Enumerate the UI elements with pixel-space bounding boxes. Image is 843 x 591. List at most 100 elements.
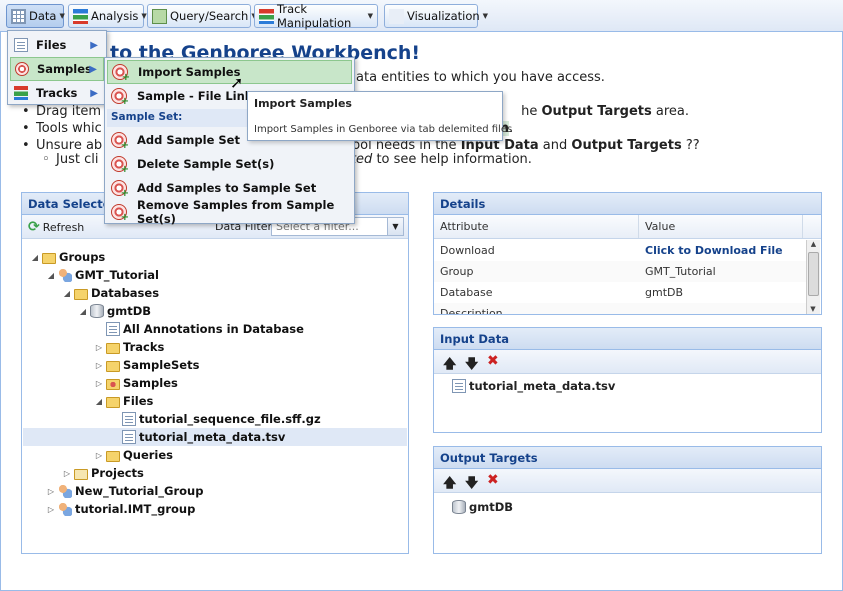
group-icon bbox=[58, 268, 72, 282]
tree-node-label: SampleSets bbox=[123, 358, 200, 372]
data-menu-button[interactable]: Data ▼ bbox=[6, 4, 65, 28]
input-data-item[interactable]: tutorial_meta_data.tsv bbox=[452, 379, 615, 393]
tree-node-tracks[interactable]: ▷ Tracks bbox=[94, 338, 164, 356]
tree-node-samples[interactable]: ▷ Samples bbox=[94, 374, 178, 392]
analysis-menu-label: Analysis bbox=[91, 9, 139, 23]
add-samples-to-set-item[interactable]: Add Samples to Sample Set bbox=[107, 176, 352, 200]
import-samples-tooltip: Import Samples Import Samples in Genbore… bbox=[247, 91, 512, 141]
detail-attr: Database bbox=[440, 286, 493, 299]
tracks-folder-icon bbox=[106, 342, 120, 354]
tree-node-files[interactable]: ◢ Files bbox=[94, 392, 153, 410]
collapsed-arrow-icon[interactable]: ▷ bbox=[62, 469, 72, 478]
attribute-column-header[interactable]: Attribute bbox=[434, 215, 639, 238]
scroll-down-icon[interactable]: ▼ bbox=[807, 305, 819, 313]
tree-node-imt-group[interactable]: ▷ tutorial.IMT_group bbox=[46, 500, 195, 518]
tree-node-label: GMT_Tutorial bbox=[75, 268, 159, 282]
collapsed-arrow-icon[interactable]: ▷ bbox=[94, 361, 104, 370]
tree-node-queries[interactable]: ▷ Queries bbox=[94, 446, 173, 464]
details-row: Download Click to Download File bbox=[434, 240, 806, 261]
expanded-arrow-icon[interactable]: ◢ bbox=[78, 307, 88, 316]
analysis-icon bbox=[73, 8, 88, 24]
refresh-button[interactable]: ⟳ Refresh bbox=[28, 219, 84, 235]
menu-item-label: Remove Samples from Sample Set(s) bbox=[137, 198, 335, 226]
databases-folder-icon bbox=[74, 288, 88, 300]
tree-node-databases[interactable]: ◢ Databases bbox=[62, 284, 159, 302]
tree-node-sff-file[interactable]: tutorial_sequence_file.sff.gz bbox=[110, 410, 321, 428]
tree-node-samplesets[interactable]: ▷ SampleSets bbox=[94, 356, 200, 374]
download-link[interactable]: Click to Download File bbox=[639, 240, 806, 261]
tree-node-label: New_Tutorial_Group bbox=[75, 484, 204, 498]
refresh-icon: ⟳ bbox=[28, 219, 40, 235]
track-manipulation-menu-button[interactable]: Track Manipulation ▼ bbox=[254, 2, 378, 30]
tree-node-groups[interactable]: ◢ Groups bbox=[30, 248, 105, 266]
visualization-menu-button[interactable]: Visualization ▼ bbox=[384, 4, 488, 28]
data-menu-label: Data bbox=[29, 9, 57, 23]
input-data-title: Input Data bbox=[434, 328, 821, 350]
collapsed-arrow-icon[interactable]: ▷ bbox=[46, 505, 56, 514]
remove-icon[interactable]: ✖ bbox=[487, 353, 499, 369]
move-down-icon[interactable]: 🡇 bbox=[465, 474, 478, 496]
dropdown-arrow-icon[interactable]: ▼ bbox=[387, 218, 403, 235]
files-icon bbox=[14, 38, 28, 52]
submenu-arrow-icon: ▶ bbox=[90, 39, 98, 51]
collapsed-arrow-icon[interactable]: ▷ bbox=[94, 343, 104, 352]
visualization-icon bbox=[389, 8, 404, 24]
collapsed-arrow-icon[interactable]: ▷ bbox=[94, 451, 104, 460]
group-icon bbox=[58, 484, 72, 498]
output-targets-title: Output Targets bbox=[434, 447, 821, 469]
remove-samples-from-set-item[interactable]: Remove Samples from Sample Set(s) bbox=[107, 198, 352, 226]
tree-node-meta-data-file[interactable]: tutorial_meta_data.tsv bbox=[23, 428, 407, 446]
expanded-arrow-icon[interactable]: ◢ bbox=[46, 271, 56, 280]
expanded-arrow-icon[interactable]: ◢ bbox=[30, 253, 40, 262]
remove-icon[interactable]: ✖ bbox=[487, 472, 499, 488]
move-down-icon[interactable]: 🡇 bbox=[465, 355, 478, 377]
delete-sample-set-item[interactable]: Delete Sample Set(s) bbox=[107, 152, 352, 176]
detail-attr: Description bbox=[440, 307, 503, 314]
main-toolbar: Data ▼ Analysis ▼ Query/Search ▼ Track M… bbox=[0, 0, 843, 32]
detail-value bbox=[639, 303, 806, 314]
tree-node-label: tutorial_sequence_file.sff.gz bbox=[139, 412, 321, 426]
caret-down-icon: ▼ bbox=[59, 12, 65, 20]
menu-item-files[interactable]: Files ▶ bbox=[10, 33, 104, 57]
input-data-item-label: tutorial_meta_data.tsv bbox=[469, 379, 616, 393]
scroll-up-icon[interactable]: ▲ bbox=[807, 240, 820, 248]
value-column-header[interactable]: Value bbox=[639, 215, 803, 238]
file-icon bbox=[452, 379, 466, 393]
caret-down-icon: ▼ bbox=[367, 12, 373, 20]
query-search-menu-button[interactable]: Query/Search ▼ bbox=[147, 4, 257, 28]
details-grid-header: Attribute Value bbox=[434, 215, 821, 239]
collapsed-arrow-icon[interactable]: ▷ bbox=[46, 487, 56, 496]
groups-folder-icon bbox=[42, 252, 56, 264]
biohazard-add-icon bbox=[112, 64, 130, 83]
biohazard-delete-icon bbox=[111, 156, 129, 175]
projects-folder-icon bbox=[74, 468, 88, 480]
database-icon bbox=[452, 500, 466, 514]
expanded-arrow-icon[interactable]: ◢ bbox=[62, 289, 72, 298]
collapsed-arrow-icon[interactable]: ▷ bbox=[94, 379, 104, 388]
move-up-icon[interactable]: 🡅 bbox=[443, 474, 456, 496]
expanded-arrow-icon[interactable]: ◢ bbox=[94, 397, 104, 406]
output-target-item[interactable]: gmtDB bbox=[452, 500, 513, 514]
tree-node-label: Queries bbox=[123, 448, 174, 462]
detail-attr: Download bbox=[440, 244, 495, 257]
analysis-menu-button[interactable]: Analysis ▼ bbox=[68, 4, 147, 28]
database-icon bbox=[90, 304, 104, 318]
welcome-line-1: ata entities to which you have access. bbox=[356, 70, 605, 85]
move-up-icon[interactable]: 🡅 bbox=[443, 355, 456, 377]
tree-node-projects[interactable]: ▷ Projects bbox=[62, 464, 144, 482]
query-icon bbox=[152, 8, 167, 24]
tree-node-all-annotations[interactable]: All Annotations in Database bbox=[94, 320, 304, 338]
menu-item-tracks[interactable]: Tracks ▶ bbox=[10, 81, 104, 105]
tree-node-gmt-tutorial[interactable]: ◢ GMT_Tutorial bbox=[46, 266, 159, 284]
tree-node-gmtdb[interactable]: ◢ gmtDB bbox=[78, 302, 151, 320]
menu-item-label: Import Samples bbox=[138, 65, 241, 79]
biohazard-add-icon bbox=[111, 132, 129, 151]
menu-item-samples[interactable]: Samples ▶ bbox=[10, 57, 104, 81]
scroll-thumb[interactable] bbox=[808, 252, 819, 296]
tree-node-new-tutorial-group[interactable]: ▷ New_Tutorial_Group bbox=[46, 482, 203, 500]
tree-node-label: Samples bbox=[123, 376, 178, 390]
visualization-menu-label: Visualization bbox=[407, 9, 480, 23]
table-icon bbox=[11, 8, 26, 24]
details-scrollbar[interactable]: ▲ ▼ bbox=[806, 240, 820, 314]
tree-node-label: Projects bbox=[91, 466, 144, 480]
